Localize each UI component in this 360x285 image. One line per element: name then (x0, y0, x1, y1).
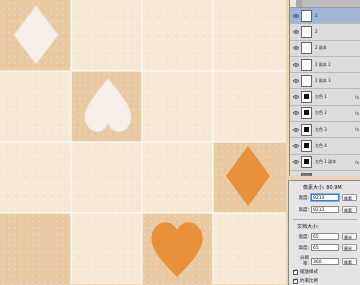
pixel-dimensions-label: 像素大小: 80.9M (303, 184, 342, 191)
visibility-eye-icon[interactable] (292, 159, 299, 166)
doc-height-unit-select[interactable]: 厘米 (342, 244, 357, 251)
layer-row[interactable]: 2 (290, 24, 360, 40)
layer-row[interactable]: 2 副本 3 (290, 73, 360, 89)
canvas-tile (142, 142, 213, 213)
visibility-eye-icon[interactable] (292, 126, 299, 133)
resolution-label: 分辨率: (295, 255, 309, 267)
layer-row[interactable]: 左色 4 (290, 138, 360, 154)
dialog-divider (293, 219, 357, 220)
orange-heart-shape (146, 217, 208, 279)
layer-row[interactable]: 1 (290, 8, 360, 24)
layer-thumbnail (301, 75, 312, 87)
scale-styles-row[interactable]: 缩放样式 (293, 269, 318, 275)
pixel-height-row: 高度: 9213 像素 (295, 206, 357, 213)
layer-name: 2 (315, 29, 318, 34)
layer-name: 左色 2 (315, 110, 327, 116)
scale-styles-checkbox[interactable] (293, 270, 298, 275)
resolution-unit-select[interactable]: 像素 (342, 258, 357, 265)
scale-styles-label: 缩放样式 (300, 269, 318, 275)
doc-height-label: 高度: (295, 245, 309, 251)
layer-fx-icon[interactable]: fx (355, 95, 359, 100)
canvas-tile (213, 213, 286, 284)
layer-fx-icon[interactable]: fx (355, 127, 359, 132)
layer-thumbnail (301, 107, 312, 119)
layer-thumbnail (301, 42, 312, 54)
layer-row[interactable]: 2 副本 2 (290, 57, 360, 73)
visibility-eye-icon[interactable] (292, 143, 299, 150)
visibility-eye-icon[interactable] (292, 110, 299, 117)
pixel-height-input[interactable]: 9213 (311, 206, 339, 213)
canvas-tile (0, 142, 71, 213)
canvas-tile (71, 0, 142, 71)
layer-row[interactable]: 2 副本 4 (290, 171, 360, 176)
constrain-proportions-row[interactable]: 约束比例 (293, 278, 318, 284)
visibility-eye-icon[interactable] (292, 28, 299, 35)
layer-thumbnail (301, 59, 312, 71)
canvas-tile (213, 0, 286, 71)
layer-list: 1 2 2 副本 2 副本 2 2 副本 3 左色 1 fx 左色 2 fx 左色 3 fx 左色 4… (290, 8, 360, 176)
document-canvas[interactable] (0, 0, 286, 284)
layer-thumbnail (301, 156, 312, 168)
canvas-tile (71, 142, 142, 213)
orange-diamond-shape (224, 145, 272, 207)
constrain-proportions-checkbox[interactable] (293, 279, 298, 284)
visibility-eye-icon[interactable] (292, 61, 299, 68)
pixel-width-unit-select[interactable]: 像素 (342, 194, 357, 201)
pixel-height-label: 高度: (295, 207, 309, 213)
layer-fx-icon[interactable]: fx (355, 111, 359, 116)
doc-height-input[interactable]: 65 (311, 244, 339, 251)
resolution-input[interactable]: 360 (311, 258, 339, 265)
layer-row[interactable]: 左色 2 fx (290, 106, 360, 122)
layers-panel: 1 2 2 副本 2 副本 2 2 副本 3 左色 1 fx 左色 2 fx 左色 3 fx 左色 4… (289, 0, 360, 176)
canvas-tile (0, 71, 71, 142)
layer-name: 1 (315, 13, 318, 18)
layer-thumbnail (301, 124, 312, 136)
layer-thumbnail (301, 140, 312, 152)
layer-name: 左色 3 (315, 127, 327, 133)
white-diamond-shape (12, 5, 60, 65)
layer-thumbnail (301, 173, 312, 176)
layer-row[interactable]: 左色 1 副本 fx (290, 155, 360, 171)
layer-name: 左色 1 (315, 94, 327, 100)
layer-row[interactable]: 2 副本 (290, 41, 360, 57)
pixel-height-unit-select[interactable]: 像素 (342, 206, 357, 213)
image-size-dialog: 像素大小: 80.9M 宽度: 9213 像素 高度: 9213 像素 文档大小… (288, 180, 360, 285)
layers-panel-tabs (290, 0, 360, 8)
visibility-eye-icon[interactable] (292, 77, 299, 84)
layer-name: 左色 1 副本 (315, 159, 336, 165)
layer-name: 左色 4 (315, 143, 327, 149)
white-heart-shape (79, 77, 137, 135)
visibility-eye-icon[interactable] (292, 175, 299, 176)
visibility-eye-icon[interactable] (292, 45, 299, 52)
canvas-tile (213, 71, 286, 142)
visibility-eye-icon[interactable] (292, 94, 299, 101)
canvas-tile (142, 0, 213, 71)
layer-name: 2 副本 3 (315, 78, 331, 84)
tab-channels[interactable] (296, 0, 302, 7)
doc-width-label: 宽度: (295, 234, 309, 240)
doc-height-row: 高度: 65 厘米 (295, 244, 357, 251)
pixel-width-row: 宽度: 9213 像素 (295, 194, 357, 201)
document-size-label: 文档大小: (297, 223, 319, 230)
doc-width-row: 宽度: 65 厘米 (295, 233, 357, 240)
visibility-eye-icon[interactable] (292, 12, 299, 19)
canvas-tile (142, 71, 213, 142)
layer-name: 2 副本 2 (315, 62, 331, 68)
layer-fx-icon[interactable]: fx (355, 160, 359, 165)
pixel-width-input[interactable]: 9213 (311, 194, 339, 201)
resolution-row: 分辨率: 360 像素 (295, 255, 357, 267)
canvas-tile (71, 213, 142, 284)
doc-width-unit-select[interactable]: 厘米 (342, 233, 357, 240)
constrain-proportions-label: 约束比例 (300, 278, 318, 284)
layer-row[interactable]: 左色 3 fx (290, 122, 360, 138)
doc-width-input[interactable]: 65 (311, 233, 339, 240)
layer-thumbnail (301, 91, 312, 103)
layer-thumbnail (301, 10, 312, 22)
layer-row[interactable]: 左色 1 fx (290, 89, 360, 105)
layer-thumbnail (301, 26, 312, 38)
canvas-tile (0, 213, 71, 284)
layer-name: 2 副本 (315, 45, 327, 51)
pixel-width-label: 宽度: (295, 195, 309, 201)
